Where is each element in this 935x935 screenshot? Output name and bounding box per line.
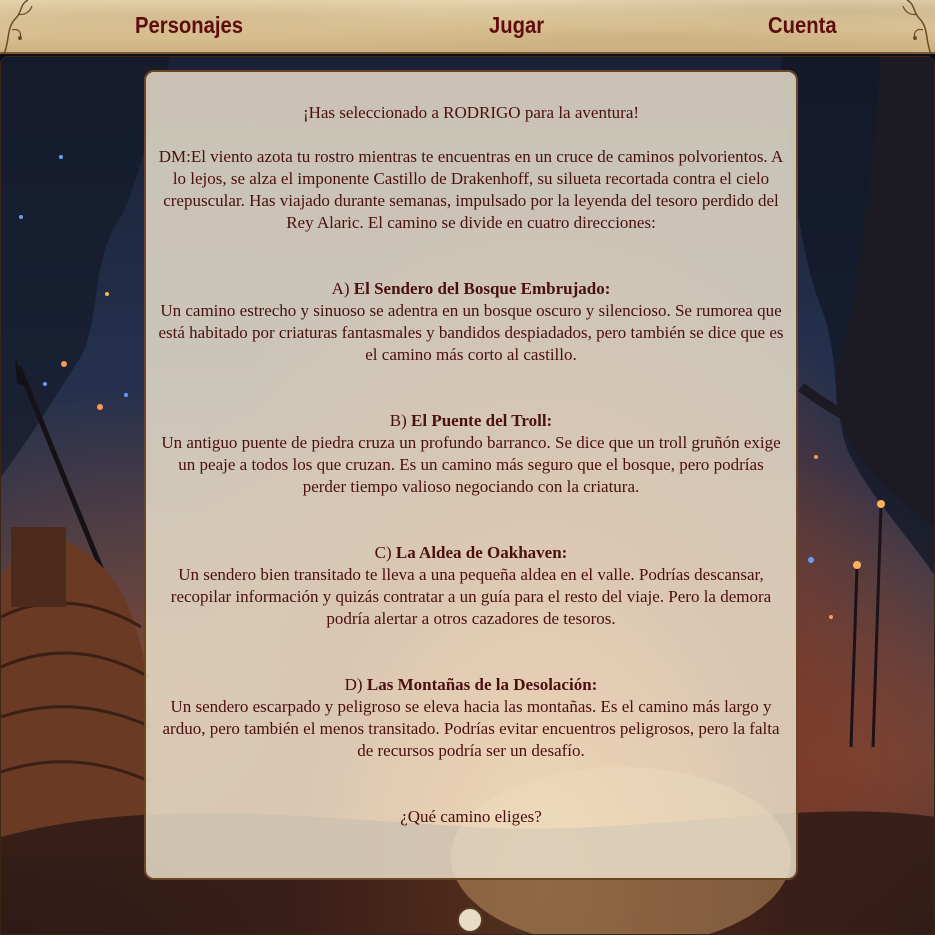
option-b: B) El Puente del Troll: Un antiguo puent… [158,410,784,498]
vine-ornament-icon [3,0,33,54]
top-navigation-bar: Personajes Jugar Cuenta [0,0,935,54]
option-letter: C) [374,543,396,562]
option-title: El Sendero del Bosque Embrujado: [353,279,611,298]
dm-intro-text: DM:El viento azota tu rostro mientras te… [158,147,784,232]
option-letter: B) [389,411,412,430]
option-title: La Aldea de Oakhaven: [395,543,568,562]
path-question: ¿Qué camino eliges? [400,807,542,826]
nav-link-personajes[interactable]: Personajes [135,12,243,39]
story-panel: ¡Has seleccionado a RODRIGO para la aven… [144,70,798,880]
option-description: Un sendero bien transitado te lleva a un… [170,565,772,628]
option-letter: D) [344,675,367,694]
option-description: Un antiguo puente de piedra cruza un pro… [161,433,781,496]
scroll-knob-icon[interactable] [457,907,483,933]
option-c: C) La Aldea de Oakhaven: Un sendero bien… [158,542,784,630]
nav-link-cuenta[interactable]: Cuenta [768,12,837,39]
option-d: D) Las Montañas de la Desolación: Un sen… [158,674,784,762]
vine-ornament-icon [902,0,932,54]
option-a: A) El Sendero del Bosque Embrujado: Un c… [158,278,784,366]
option-title: Las Montañas de la Desolación: [366,675,598,694]
option-description: Un camino estrecho y sinuoso se adentra … [158,301,784,364]
selected-character-message: ¡Has seleccionado a RODRIGO para la aven… [302,103,640,122]
nav-link-jugar[interactable]: Jugar [489,12,544,39]
option-title: El Puente del Troll: [411,411,553,430]
option-letter: A) [331,279,354,298]
option-description: Un sendero escarpado y peligroso se elev… [162,697,780,760]
